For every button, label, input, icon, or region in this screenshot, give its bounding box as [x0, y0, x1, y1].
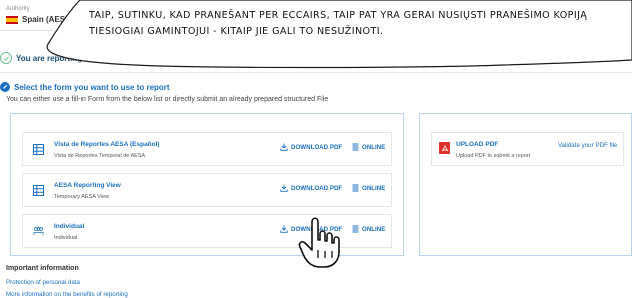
form-name[interactable]: Vista de Reportes AESA (Español): [54, 141, 160, 148]
download-pdf-label: DOWNLOAD PDF: [291, 184, 343, 192]
forms-panel: Vista de Reportes AESA (Español) Vista d…: [10, 113, 404, 256]
form-grid-icon: [33, 183, 44, 196]
personal-data-link[interactable]: Protection of personal data: [6, 279, 80, 286]
download-icon: [280, 143, 288, 151]
form-subtitle: Temporary AESA View: [54, 194, 109, 200]
online-label: ONLINE: [362, 225, 386, 233]
reporting-status-text: You are reporting on yo: [16, 53, 106, 63]
form-name[interactable]: Individual: [54, 223, 84, 230]
form-card: Vista de Reportes AESA (Español) Vista d…: [22, 132, 392, 166]
online-label: ONLINE: [362, 184, 386, 192]
document-icon: [352, 225, 359, 233]
speech-bubble: TAIP, SUTINKU, KAD PRANEŠANT PER ECCAIRS…: [0, 0, 632, 80]
download-pdf-button[interactable]: DOWNLOAD PDF: [280, 184, 342, 192]
divider: [0, 30, 70, 31]
online-button[interactable]: ONLINE: [352, 225, 385, 233]
pdf-icon: [439, 142, 450, 154]
form-subtitle: Individual: [54, 235, 78, 241]
spain-flag-icon: [6, 15, 18, 24]
divider: [0, 72, 632, 73]
form-section-header: Select the form you want to use to repor…: [0, 82, 170, 92]
validate-pdf-link[interactable]: Validate your PDF file: [558, 142, 617, 149]
people-icon: [33, 224, 44, 235]
download-icon: [280, 184, 288, 192]
form-subtitle: Vista de Reportes Temporal de AESA: [54, 153, 146, 159]
authority-value: Spain (AES: [22, 15, 66, 24]
document-icon: [352, 184, 359, 192]
reporting-status-row: You are reporting on yo: [0, 52, 106, 64]
form-name[interactable]: AESA Reporting View: [54, 182, 121, 189]
speech-bubble-text: TAIP, SUTINKU, KAD PRANEŠANT PER ECCAIRS…: [89, 10, 588, 37]
authority-selector[interactable]: Spain (AES: [6, 15, 65, 24]
upload-pdf-title[interactable]: UPLOAD PDF: [456, 141, 498, 148]
form-grid-icon: [33, 142, 44, 155]
section-title: Select the form you want to use to repor…: [14, 82, 170, 92]
check-circle-icon: [0, 52, 12, 64]
authority-label: Authority: [6, 6, 30, 12]
download-pdf-label: DOWNLOAD PDF: [291, 143, 343, 151]
download-icon: [280, 225, 288, 233]
benefits-of-reporting-link[interactable]: More information on the benefits of repo…: [6, 291, 128, 298]
upload-panel: UPLOAD PDF Upload PDF to submit a report…: [419, 113, 632, 256]
upload-pdf-subtitle: Upload PDF to submit a report: [456, 153, 531, 159]
pencil-icon: [0, 82, 10, 92]
online-button[interactable]: ONLINE: [352, 184, 385, 192]
document-icon: [352, 143, 359, 151]
hand-pointer-icon: [298, 217, 340, 268]
online-button[interactable]: ONLINE: [352, 143, 385, 151]
upload-card[interactable]: UPLOAD PDF Upload PDF to submit a report…: [431, 132, 624, 166]
important-info-title: Important information: [6, 265, 79, 272]
form-card: AESA Reporting View Temporary AESA View …: [22, 173, 392, 207]
online-label: ONLINE: [362, 143, 386, 151]
section-description: You can either use a fill-in Form from t…: [6, 96, 329, 103]
download-pdf-button[interactable]: DOWNLOAD PDF: [280, 143, 342, 151]
